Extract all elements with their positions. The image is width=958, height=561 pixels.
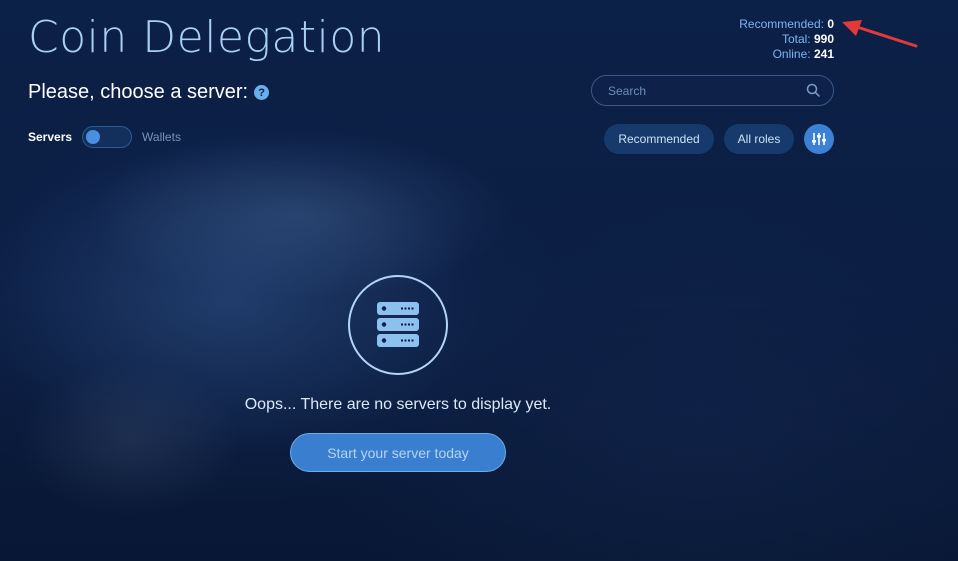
page-title: Coin Delegation <box>28 12 386 63</box>
stat-online: Online: 241 <box>739 47 834 62</box>
search-box[interactable] <box>591 75 834 106</box>
servers-wallets-toggle: Servers Wallets <box>28 126 181 148</box>
question-circle-icon[interactable]: ? <box>254 85 270 100</box>
search-input[interactable] <box>608 76 798 105</box>
toggle-label-wallets[interactable]: Wallets <box>142 130 181 144</box>
stat-online-value: 241 <box>813 47 834 61</box>
stat-total-label: Total: <box>781 32 811 46</box>
stat-recommended-value: 0 <box>827 17 834 31</box>
earth-city-lights <box>0 330 300 560</box>
stat-recommended-label: Recommended: <box>739 17 824 31</box>
server-stack-icon <box>377 302 419 347</box>
red-arrow-icon <box>842 20 918 48</box>
switch-knob[interactable] <box>86 130 101 144</box>
empty-state-illustration <box>348 275 448 375</box>
toggle-label-servers[interactable]: Servers <box>28 130 72 144</box>
start-server-button[interactable]: Start your server today <box>290 433 506 472</box>
stat-total: Total: 990 <box>739 32 834 47</box>
sliders-icon <box>812 133 826 145</box>
recommended-filter-button[interactable]: Recommended <box>604 124 714 154</box>
view-switch[interactable] <box>82 126 133 148</box>
choose-server-heading: Please, choose a server: ? <box>28 81 270 104</box>
empty-state-message: Oops... There are no servers to display … <box>244 396 552 413</box>
server-stats: Recommended: 0 Total: 990 Online: 241 <box>739 17 834 62</box>
filter-settings-button[interactable] <box>804 124 834 154</box>
subtitle-text: Please, choose a server: <box>28 81 249 103</box>
stat-recommended: Recommended: 0 <box>739 17 834 32</box>
all-roles-filter-button[interactable]: All roles <box>724 124 794 154</box>
stat-online-label: Online: <box>772 47 811 61</box>
stat-total-value: 990 <box>813 32 834 46</box>
search-icon[interactable] <box>806 83 820 97</box>
